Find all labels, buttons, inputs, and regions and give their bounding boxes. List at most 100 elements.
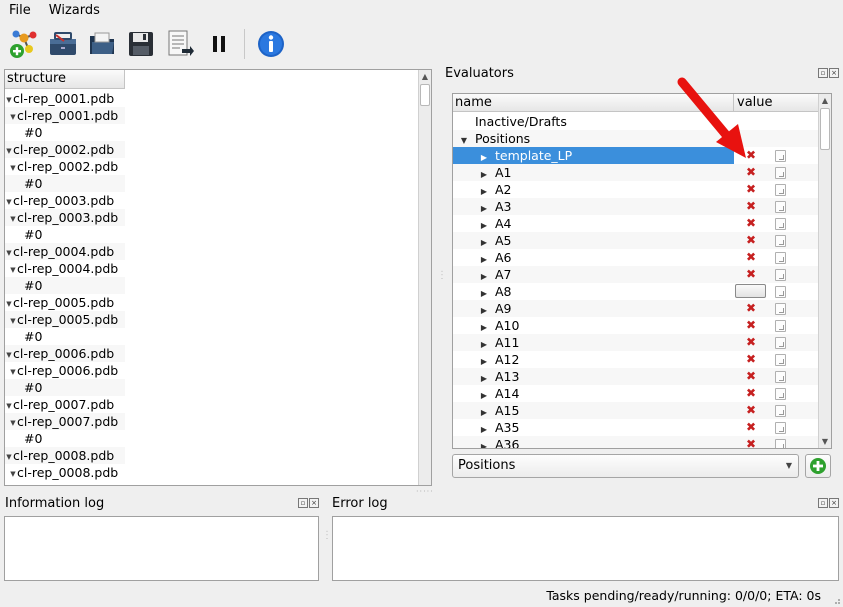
evaluator-name-cell[interactable]: ▶ A8 (453, 283, 734, 300)
float-icon[interactable]: ▫ (818, 68, 828, 78)
splitter-handle[interactable]: ····· (416, 487, 434, 496)
structure-row[interactable]: #0 (5, 124, 125, 141)
menu-wizards[interactable]: Wizards (40, 1, 109, 21)
edit-document-icon[interactable] (775, 201, 786, 213)
structure-row[interactable]: ▼cl-rep_0007.pdb (5, 413, 125, 430)
edit-document-icon[interactable] (775, 218, 786, 230)
close-icon[interactable]: × (829, 498, 839, 508)
structure-row[interactable]: ▼cl-rep_0007.pdb (5, 396, 125, 413)
remove-icon[interactable]: ✖ (745, 334, 757, 351)
evaluator-name-cell[interactable]: ▶ A1 (453, 164, 734, 181)
remove-icon[interactable]: ✖ (745, 164, 757, 181)
edit-document-icon[interactable] (775, 405, 786, 417)
evaluator-name-cell[interactable]: ▶ A2 (453, 181, 734, 198)
evaluator-row[interactable]: ▶ A36 ✖ (453, 436, 819, 448)
remove-icon[interactable]: ✖ (745, 266, 757, 283)
value-button[interactable] (735, 284, 766, 298)
structure-row[interactable]: ▼cl-rep_0008.pdb (5, 447, 125, 464)
expand-arrow-icon[interactable]: ▼ (9, 415, 17, 432)
remove-icon[interactable]: ✖ (745, 198, 757, 215)
toolbox-button[interactable] (45, 27, 80, 62)
remove-icon[interactable]: ✖ (745, 317, 757, 334)
float-icon[interactable]: ▫ (818, 498, 828, 508)
evaluator-row[interactable]: Inactive/Drafts (453, 113, 819, 130)
evaluator-row[interactable]: ▶ A2 ✖ (453, 181, 819, 198)
pause-button[interactable] (201, 27, 236, 62)
remove-icon[interactable]: ✖ (745, 419, 757, 436)
evaluator-row[interactable]: ▶ A13 ✖ (453, 368, 819, 385)
expand-arrow-icon[interactable]: ▼ (9, 262, 17, 279)
structure-row[interactable]: #0 (5, 175, 125, 192)
structure-row[interactable]: ▼cl-rep_0003.pdb (5, 209, 125, 226)
evaluators-tree[interactable]: name value Inactive/Drafts ▼ Positions ▶ tem… (452, 93, 832, 449)
evaluator-row[interactable]: ▶ A15 ✖ (453, 402, 819, 419)
menu-file[interactable]: File (0, 1, 40, 21)
remove-icon[interactable]: ✖ (745, 249, 757, 266)
evaluator-name-cell[interactable]: ▶ A36 (453, 436, 734, 448)
evaluator-row[interactable]: ▶ A1 ✖ (453, 164, 819, 181)
add-evaluator-button[interactable] (805, 454, 831, 478)
evaluator-name-cell[interactable]: ▶ A6 (453, 249, 734, 266)
edit-document-icon[interactable] (775, 303, 786, 315)
evaluator-category-select[interactable]: Positions ▼ (452, 454, 799, 478)
structure-row[interactable]: ▼cl-rep_0002.pdb (5, 158, 125, 175)
structure-row[interactable]: #0 (5, 328, 125, 345)
remove-icon[interactable]: ✖ (745, 300, 757, 317)
edit-document-icon[interactable] (775, 337, 786, 349)
scroll-down-icon[interactable]: ▼ (819, 435, 831, 448)
structure-row[interactable]: ▼cl-rep_0001.pdb (5, 107, 125, 124)
evaluator-name-cell[interactable]: ▶ A35 (453, 419, 734, 436)
edit-document-icon[interactable] (775, 184, 786, 196)
structure-column-header[interactable]: structure (5, 70, 125, 89)
expand-arrow-icon[interactable]: ▼ (9, 313, 17, 330)
expand-arrow-icon[interactable]: ▶ (479, 438, 489, 448)
remove-icon[interactable]: ✖ (745, 181, 757, 198)
remove-icon[interactable]: ✖ (745, 232, 757, 249)
evaluator-row[interactable]: ▶ A3 ✖ (453, 198, 819, 215)
structure-row[interactable]: ▼cl-rep_0001.pdb (5, 90, 125, 107)
structure-row[interactable]: ▼cl-rep_0008.pdb (5, 464, 125, 481)
open-button[interactable] (84, 27, 119, 62)
scroll-thumb[interactable] (420, 84, 430, 106)
resize-grip-icon[interactable] (831, 595, 841, 605)
evaluator-row[interactable]: ▶ A7 ✖ (453, 266, 819, 283)
structure-row[interactable]: #0 (5, 277, 125, 294)
scroll-up-icon[interactable]: ▲ (419, 70, 431, 83)
evaluators-scrollbar[interactable]: ▲ ▼ (818, 94, 831, 448)
remove-icon[interactable]: ✖ (745, 215, 757, 232)
evaluator-name-cell[interactable]: ▶ A15 (453, 402, 734, 419)
scroll-up-icon[interactable]: ▲ (819, 94, 831, 107)
edit-document-icon[interactable] (775, 354, 786, 366)
evaluator-row[interactable]: ▼ Positions (453, 130, 819, 147)
structure-tree[interactable]: structure ▼cl-rep_0001.pdb ▼cl-rep_0001.p… (4, 69, 432, 486)
edit-document-icon[interactable] (775, 286, 786, 298)
evaluator-name-cell[interactable]: ▶ A5 (453, 232, 734, 249)
structure-row[interactable]: #0 (5, 379, 125, 396)
expand-arrow-icon[interactable]: ▼ (9, 160, 17, 177)
evaluator-name-cell[interactable]: ▶ A14 (453, 385, 734, 402)
structure-row[interactable]: ▼cl-rep_0004.pdb (5, 260, 125, 277)
edit-document-icon[interactable] (775, 252, 786, 264)
edit-document-icon[interactable] (775, 371, 786, 383)
evaluator-row[interactable]: ▶ A10 ✖ (453, 317, 819, 334)
splitter-handle-vertical[interactable]: ··· (437, 270, 446, 281)
structure-row[interactable]: ▼cl-rep_0002.pdb (5, 141, 125, 158)
close-icon[interactable]: × (309, 498, 319, 508)
remove-icon[interactable]: ✖ (745, 368, 757, 385)
expand-arrow-icon[interactable]: ▼ (9, 364, 17, 381)
evaluator-row[interactable]: ▶ A9 ✖ (453, 300, 819, 317)
evaluator-name-cell[interactable]: ▶ A4 (453, 215, 734, 232)
structure-row[interactable]: ▼cl-rep_0005.pdb (5, 294, 125, 311)
structure-row[interactable]: ▼cl-rep_0003.pdb (5, 192, 125, 209)
evaluator-name-cell[interactable]: ▶ A12 (453, 351, 734, 368)
evaluator-row[interactable]: ▶ A4 ✖ (453, 215, 819, 232)
expand-arrow-icon[interactable]: ▼ (9, 211, 17, 228)
edit-document-icon[interactable] (775, 388, 786, 400)
evaluator-row[interactable]: ▶ A5 ✖ (453, 232, 819, 249)
float-icon[interactable]: ▫ (298, 498, 308, 508)
edit-document-icon[interactable] (775, 439, 786, 448)
evaluator-name-cell[interactable]: ▶ A11 (453, 334, 734, 351)
evaluator-name-cell[interactable]: ▶ A7 (453, 266, 734, 283)
evaluator-row[interactable]: ▶ A35 ✖ (453, 419, 819, 436)
expand-arrow-icon[interactable]: ▼ (9, 466, 17, 483)
